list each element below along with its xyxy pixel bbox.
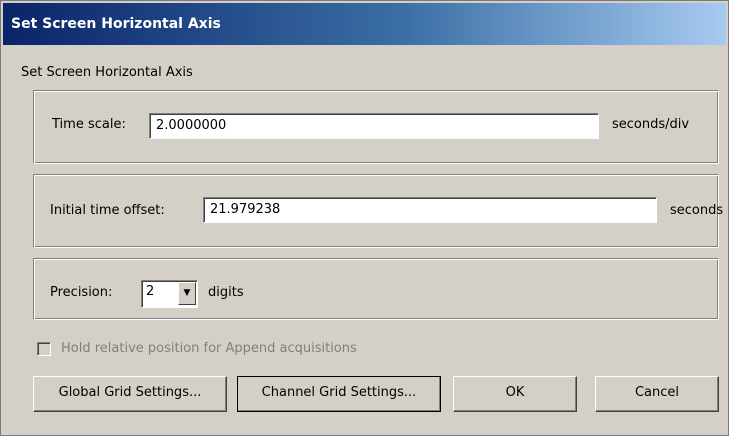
precision-unit: digits (208, 285, 244, 300)
cancel-label: Cancel (634, 385, 680, 400)
ok-label: OK (505, 385, 525, 400)
cancel-button[interactable]: Cancel (595, 376, 719, 412)
initial-offset-group: Initial time offset: 21.979238 seconds (33, 174, 723, 248)
time-scale-group: Time scale: 2.0000000 seconds/div (33, 90, 719, 164)
time-scale-unit: seconds/div (612, 117, 690, 132)
hold-position-checkbox[interactable] (37, 342, 51, 356)
precision-value: 2 (146, 284, 155, 299)
precision-select[interactable]: 2 ▼ (141, 280, 198, 308)
precision-group: Precision: 2 ▼ digits (33, 258, 719, 320)
ok-button[interactable]: OK (453, 376, 577, 412)
global-grid-settings-button[interactable]: Global Grid Settings... (33, 376, 227, 412)
global-grid-settings-label: Global Grid Settings... (58, 385, 202, 400)
channel-grid-settings-label: Channel Grid Settings... (261, 385, 417, 400)
channel-grid-settings-button[interactable]: Channel Grid Settings... (237, 376, 441, 412)
precision-label: Precision: (50, 285, 113, 300)
hold-position-label: Hold relative position for Append acquis… (61, 341, 357, 356)
dialog-window: Set Screen Horizontal Axis Set Screen Ho… (0, 0, 729, 436)
initial-offset-label: Initial time offset: (50, 203, 165, 218)
title-bar: Set Screen Horizontal Axis (3, 3, 726, 45)
chevron-down-icon[interactable]: ▼ (178, 282, 196, 305)
initial-offset-unit: seconds (670, 203, 724, 218)
window-title: Set Screen Horizontal Axis (11, 16, 221, 32)
time-scale-input[interactable]: 2.0000000 (149, 113, 599, 139)
initial-offset-input[interactable]: 21.979238 (203, 197, 657, 223)
time-scale-label: Time scale: (52, 117, 126, 132)
dialog-caption: Set Screen Horizontal Axis (21, 65, 193, 80)
